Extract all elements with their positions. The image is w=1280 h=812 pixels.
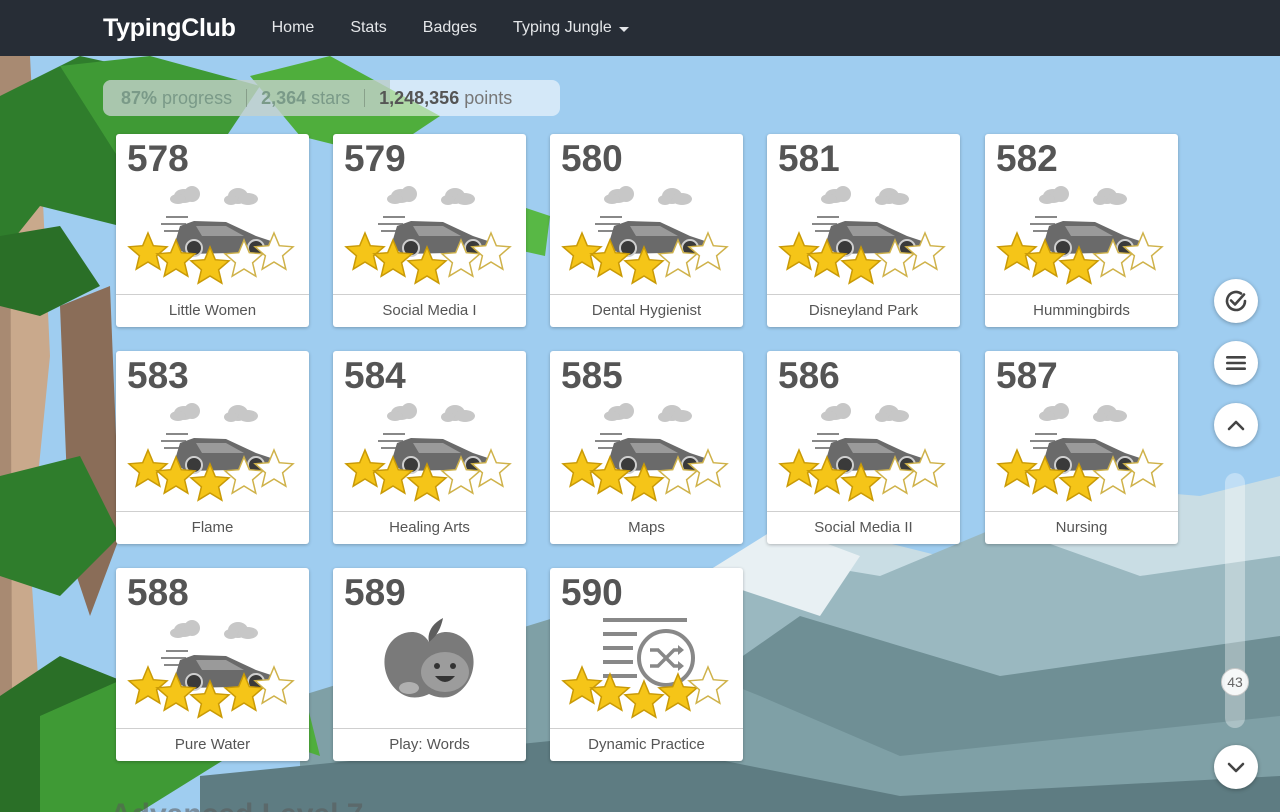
lesson-illustration (127, 403, 295, 502)
lesson-illustration (561, 403, 729, 502)
lesson-title: Social Media I (333, 294, 526, 327)
star-filled-icon (561, 665, 603, 705)
cloud-icon (170, 186, 258, 205)
progress-summary: 87% progress 2,364 stars 1,248,356 point… (103, 80, 560, 116)
star-filled-icon (344, 448, 386, 488)
star-empty-icon (687, 665, 729, 705)
star-filled-icon (589, 672, 631, 712)
divider (246, 89, 248, 107)
cloud-icon (604, 403, 692, 422)
cloud-icon (387, 403, 475, 422)
lesson-illustration (344, 186, 512, 285)
section-title: Advanced Level 7 (110, 798, 363, 812)
stars-stat: 2,364 stars (261, 88, 350, 109)
apple-mascot-icon (384, 618, 474, 698)
lesson-illustration (344, 403, 512, 502)
lesson-illustration (778, 403, 946, 502)
nav-typing-jungle-dropdown[interactable]: Typing Jungle (513, 19, 629, 37)
star-filled-icon (561, 231, 603, 271)
star-filled-icon (778, 448, 820, 488)
lesson-illustration (561, 186, 729, 285)
lesson-card[interactable]: 589 Play: Words (333, 568, 526, 761)
star-filled-icon (127, 231, 169, 271)
star-filled-icon (996, 231, 1038, 271)
lesson-title: Maps (550, 511, 743, 544)
cloud-icon (170, 403, 258, 422)
scroll-down-button[interactable] (1214, 745, 1258, 789)
star-filled-icon (623, 679, 665, 719)
lesson-card[interactable]: 578 Little Women (116, 134, 309, 327)
nav-home[interactable]: Home (272, 19, 315, 37)
lesson-card[interactable]: 588 Pure Water (116, 568, 309, 761)
lesson-card[interactable]: 579 Social Media I (333, 134, 526, 327)
menu-icon (1226, 356, 1246, 370)
lesson-illustration (996, 403, 1164, 502)
lesson-card[interactable]: 582 Hummingbirds (985, 134, 1178, 327)
lesson-title: Healing Arts (333, 511, 526, 544)
star-filled-icon (127, 665, 169, 705)
brand-logo[interactable]: TypingClub (103, 14, 236, 43)
nav-stats[interactable]: Stats (350, 19, 386, 37)
lesson-illustration (561, 618, 729, 719)
lesson-title: Dynamic Practice (550, 728, 743, 761)
scroll-thumb[interactable]: 43 (1221, 668, 1249, 696)
progress-percent: 87% (121, 87, 158, 108)
lesson-illustration (996, 186, 1164, 285)
check-icon (1225, 290, 1247, 312)
caret-down-icon (618, 26, 629, 32)
lesson-card[interactable]: 580 Dental Hygienist (550, 134, 743, 327)
star-filled-icon (127, 448, 169, 488)
check-button[interactable] (1214, 279, 1258, 323)
progress-stat: 87% progress (121, 88, 232, 109)
divider (364, 89, 366, 107)
points-stat: 1,248,356 points (379, 88, 512, 109)
lesson-title: Nursing (985, 511, 1178, 544)
lesson-card[interactable]: 585 Maps (550, 351, 743, 544)
lesson-card[interactable]: 590 Dynamic Practice (550, 568, 743, 761)
progress-label: progress (162, 87, 233, 108)
chevron-down-icon (1227, 762, 1245, 773)
lesson-illustration (778, 186, 946, 285)
points-label: points (464, 87, 513, 108)
points-count: 1,248,356 (379, 87, 460, 108)
chevron-up-icon (1227, 420, 1245, 431)
shuffle-list-icon (603, 618, 695, 687)
lesson-title: Social Media II (767, 511, 960, 544)
star-filled-icon (996, 448, 1038, 488)
star-filled-icon (657, 672, 699, 712)
stars-count: 2,364 (261, 87, 307, 108)
top-navbar: TypingClub Home Stats Badges Typing Jung… (0, 0, 1280, 56)
lesson-card[interactable]: 586 Social Media II (767, 351, 960, 544)
cloud-icon (604, 186, 692, 205)
lesson-title: Dental Hygienist (550, 294, 743, 327)
lesson-card[interactable]: 587 Nursing (985, 351, 1178, 544)
lesson-title: Disneyland Park (767, 294, 960, 327)
lesson-card[interactable]: 581 Disneyland Park (767, 134, 960, 327)
cloud-icon (170, 620, 258, 639)
lesson-title: Play: Words (333, 728, 526, 761)
lesson-card[interactable]: 584 Healing Arts (333, 351, 526, 544)
stars-label: stars (311, 87, 351, 108)
star-filled-icon (561, 448, 603, 488)
cloud-icon (821, 403, 909, 422)
cloud-icon (1039, 186, 1127, 205)
star-filled-icon (344, 231, 386, 271)
lesson-title: Flame (116, 511, 309, 544)
menu-button[interactable] (1214, 341, 1258, 385)
lesson-title: Little Women (116, 294, 309, 327)
lesson-title: Pure Water (116, 728, 309, 761)
cloud-icon (387, 186, 475, 205)
cloud-icon (821, 186, 909, 205)
nav-badges[interactable]: Badges (423, 19, 477, 37)
lesson-title: Hummingbirds (985, 294, 1178, 327)
lesson-card[interactable]: 583 Flame (116, 351, 309, 544)
lesson-illustration (127, 620, 295, 719)
nav-typing-jungle-label: Typing Jungle (513, 19, 612, 36)
lesson-illustration (127, 186, 295, 285)
lesson-illustration (384, 618, 474, 698)
star-filled-icon (778, 231, 820, 271)
scroll-up-button[interactable] (1214, 403, 1258, 447)
cloud-icon (1039, 403, 1127, 422)
